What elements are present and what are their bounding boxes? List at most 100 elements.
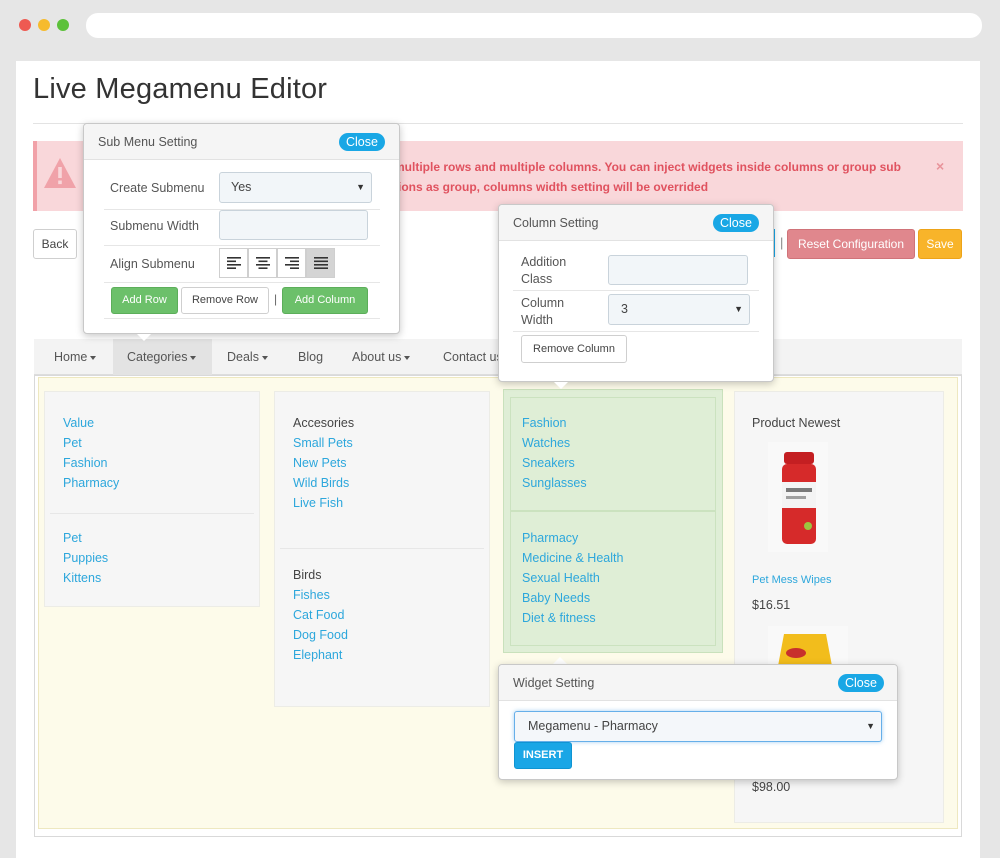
widget-select[interactable]: Megamenu - Pharmacy ▼	[514, 711, 882, 742]
minimize-window-dot[interactable]	[38, 19, 50, 31]
alert-line-2: tions as group, columns width setting wi…	[394, 180, 709, 194]
remove-row-button[interactable]: Remove Row	[181, 287, 269, 314]
nav-blog[interactable]: Blog	[298, 339, 323, 375]
column-close-button[interactable]: Close	[713, 214, 759, 232]
column-setting-panel: Column Setting Close Addition Class Colu…	[498, 204, 774, 382]
menu-link[interactable]: Live Fish	[293, 496, 343, 510]
align-right-icon	[285, 257, 299, 269]
submenu-setting-panel: Sub Menu Setting Close Create Submenu Ye…	[83, 123, 400, 334]
align-justify-button[interactable]	[306, 248, 335, 278]
align-left-button[interactable]	[219, 248, 248, 278]
submenu-panel-pointer	[137, 334, 151, 341]
menu-link[interactable]: Elephant	[293, 648, 342, 662]
menu-link[interactable]: Small Pets	[293, 436, 353, 450]
align-right-button[interactable]	[277, 248, 306, 278]
menu-link[interactable]: Fashion	[63, 456, 107, 470]
menu-link[interactable]: Pharmacy	[63, 476, 119, 490]
product-image-2[interactable]	[768, 626, 848, 666]
divider	[104, 245, 380, 246]
remove-column-button[interactable]: Remove Column	[521, 335, 627, 363]
add-column-button[interactable]: Add Column	[282, 287, 368, 314]
page: Live Megamenu Editor multiple rows and m…	[16, 61, 980, 858]
menu-link[interactable]: Pharmacy	[522, 531, 578, 545]
widget-selected-value: Megamenu - Pharmacy	[528, 719, 658, 733]
chevron-down-icon: ▼	[356, 182, 365, 192]
nav-categories[interactable]: Categories	[127, 339, 196, 375]
back-button[interactable]: Back	[33, 229, 77, 259]
menu-link[interactable]: Medicine & Health	[522, 551, 623, 565]
address-bar[interactable]	[86, 13, 982, 38]
product-image-pet-mess-wipes[interactable]	[768, 442, 828, 552]
alert-message: multiple rows and multiple columns. You …	[394, 157, 934, 197]
menu-link[interactable]: Diet & fitness	[522, 611, 596, 625]
insert-widget-button[interactable]: INSERT	[514, 742, 572, 769]
menu-link[interactable]: Cat Food	[293, 608, 344, 622]
create-submenu-select[interactable]: Yes ▼	[219, 172, 372, 203]
add-row-button[interactable]: Add Row	[111, 287, 178, 314]
divider	[104, 318, 380, 319]
menu-link[interactable]: Sexual Health	[522, 571, 600, 585]
menu-link[interactable]: Fishes	[293, 588, 330, 602]
product-name-link[interactable]: Pet Mess Wipes	[752, 574, 831, 586]
product-price: $98.00	[752, 780, 791, 794]
menu-link[interactable]: Value	[63, 416, 94, 430]
menu-column-3-row-1[interactable]	[510, 397, 716, 511]
menu-link[interactable]: Kittens	[63, 571, 101, 585]
addition-class-label: Addition Class	[521, 254, 566, 288]
column-width-label-line-1: Column	[521, 296, 565, 310]
column-width-label-line-2: Width	[521, 313, 553, 327]
divider	[104, 282, 380, 283]
alert-close-icon[interactable]: ×	[936, 158, 944, 174]
divider	[513, 331, 759, 332]
menu-link[interactable]: Pet	[63, 436, 82, 450]
addition-class-input[interactable]	[608, 255, 748, 285]
widget-close-button[interactable]: Close	[838, 674, 884, 692]
menu-link[interactable]: Dog Food	[293, 628, 348, 642]
submenu-close-button[interactable]: Close	[339, 133, 385, 151]
menu-link[interactable]: New Pets	[293, 456, 347, 470]
reset-configuration-button[interactable]: Reset Configuration	[787, 229, 915, 259]
widget-panel-pointer	[553, 657, 567, 664]
create-submenu-label: Create Submenu	[110, 181, 205, 195]
align-justify-icon	[314, 257, 328, 269]
menu-link[interactable]: Sunglasses	[522, 476, 587, 490]
menu-link[interactable]: Pet	[63, 531, 82, 545]
align-submenu-label: Align Submenu	[110, 257, 195, 271]
menu-link[interactable]: Fashion	[522, 416, 566, 430]
create-submenu-value: Yes	[231, 180, 252, 194]
product-widget-title: Product Newest	[752, 416, 841, 430]
nav-contact-us[interactable]: Contact us	[443, 339, 503, 375]
addition-class-label-line-1: Addition	[521, 255, 567, 269]
menu-link[interactable]: Watches	[522, 436, 570, 450]
save-button[interactable]: Save	[918, 229, 962, 259]
align-center-button[interactable]	[248, 248, 277, 278]
column-width-label: Column Width	[521, 295, 564, 329]
submenu-panel-title: Sub Menu Setting	[98, 135, 198, 149]
widget-setting-panel: Widget Setting Close Megamenu - Pharmacy…	[498, 664, 898, 780]
column-panel-title: Column Setting	[513, 216, 599, 230]
page-title: Live Megamenu Editor	[33, 73, 328, 105]
column-width-value: 3	[621, 302, 628, 316]
menu-group-title: Accesories	[293, 416, 355, 430]
nav-about-us[interactable]: About us	[352, 339, 410, 375]
divider	[513, 290, 759, 291]
close-window-dot[interactable]	[19, 19, 31, 31]
maximize-window-dot[interactable]	[57, 19, 69, 31]
widget-panel-header: Widget Setting Close	[499, 665, 897, 701]
widget-panel-title: Widget Setting	[513, 676, 595, 690]
menu-link[interactable]: Puppies	[63, 551, 108, 565]
menu-link[interactable]: Sneakers	[522, 456, 575, 470]
submenu-width-label: Submenu Width	[110, 219, 199, 233]
submenu-width-input[interactable]	[219, 210, 368, 240]
toolbar-separator: |	[780, 235, 784, 250]
column-width-select[interactable]: 3 ▼	[608, 294, 750, 325]
nav-deals[interactable]: Deals	[227, 339, 268, 375]
nav-home[interactable]: Home	[54, 339, 96, 375]
warning-icon	[44, 158, 76, 188]
align-left-icon	[227, 257, 241, 269]
menu-link[interactable]: Wild Birds	[293, 476, 349, 490]
submenu-panel-header: Sub Menu Setting Close	[84, 124, 399, 160]
menu-link[interactable]: Baby Needs	[522, 591, 590, 605]
alert-line-1: multiple rows and multiple columns. You …	[394, 160, 901, 174]
align-center-icon	[256, 257, 270, 269]
